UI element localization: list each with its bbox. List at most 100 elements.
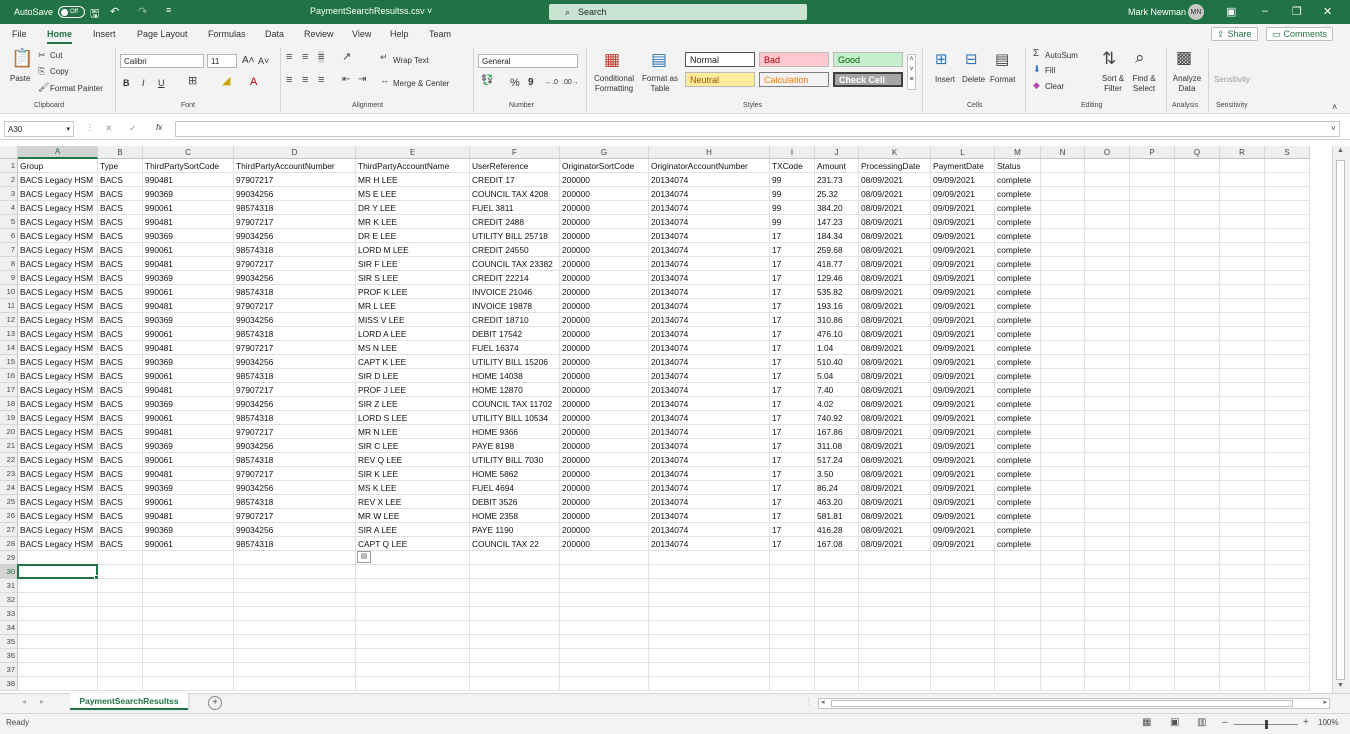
data-cell[interactable]: 20134074 [649,299,770,313]
analyze-data-button[interactable]: Analyze Data [1172,74,1202,94]
data-cell[interactable]: BACS Legacy HSM [18,215,98,229]
data-cell[interactable]: complete [995,397,1041,411]
data-cell[interactable]: complete [995,467,1041,481]
empty-cell[interactable] [1220,215,1265,229]
empty-cell[interactable] [770,635,815,649]
empty-cell[interactable] [143,565,234,579]
page-break-view-icon[interactable]: ▥ [1197,717,1206,728]
row-header[interactable]: 2 [0,173,18,187]
data-cell[interactable]: 17 [770,467,815,481]
sheet-tab-active[interactable]: PaymentSearchResultss [70,693,188,710]
column-header-o[interactable]: O [1085,146,1130,159]
empty-cell[interactable] [98,621,143,635]
empty-cell[interactable] [1220,271,1265,285]
data-cell[interactable]: 09/09/2021 [931,341,995,355]
header-cell[interactable]: UserReference [470,159,560,173]
data-cell[interactable]: LORD S LEE [356,411,470,425]
data-cell[interactable]: 20134074 [649,243,770,257]
row-header[interactable]: 8 [0,257,18,271]
data-cell[interactable]: 200000 [560,327,649,341]
data-cell[interactable]: 09/09/2021 [931,215,995,229]
empty-cell[interactable] [1085,509,1130,523]
data-cell[interactable]: 97907217 [234,425,356,439]
data-cell[interactable]: 20134074 [649,215,770,229]
data-cell[interactable]: 17 [770,453,815,467]
data-cell[interactable]: INVOICE 19878 [470,299,560,313]
empty-cell[interactable] [649,635,770,649]
row-header[interactable]: 33 [0,607,18,621]
empty-cell[interactable] [18,593,98,607]
empty-cell[interactable] [18,551,98,565]
data-cell[interactable]: 200000 [560,495,649,509]
data-cell[interactable]: 200000 [560,285,649,299]
row-header[interactable]: 22 [0,453,18,467]
empty-cell[interactable] [1130,187,1175,201]
empty-cell[interactable] [1220,299,1265,313]
data-cell[interactable]: 99 [770,187,815,201]
data-cell[interactable]: 09/09/2021 [931,201,995,215]
data-cell[interactable]: 08/09/2021 [859,285,931,299]
font-color-icon[interactable]: A [250,76,257,88]
empty-cell[interactable] [1041,285,1085,299]
empty-cell[interactable] [1130,327,1175,341]
data-cell[interactable]: 259.68 [815,243,859,257]
header-cell[interactable]: OriginatorAccountNumber [649,159,770,173]
empty-cell[interactable] [1085,341,1130,355]
data-cell[interactable]: 08/09/2021 [859,411,931,425]
avatar[interactable]: MN [1188,4,1204,20]
empty-cell[interactable] [1041,551,1085,565]
column-header-q[interactable]: Q [1175,146,1220,159]
empty-cell[interactable] [560,607,649,621]
empty-cell[interactable] [1175,369,1220,383]
comma-button[interactable]: 9 [528,77,534,88]
empty-cell[interactable] [1175,201,1220,215]
empty-cell[interactable] [1265,355,1310,369]
empty-cell[interactable] [1265,313,1310,327]
empty-cell[interactable] [815,663,859,677]
empty-cell[interactable] [1041,663,1085,677]
data-cell[interactable]: 20134074 [649,509,770,523]
data-cell[interactable]: 08/09/2021 [859,467,931,481]
data-cell[interactable]: complete [995,537,1041,551]
empty-cell[interactable] [1265,453,1310,467]
data-cell[interactable]: 08/09/2021 [859,355,931,369]
autosave-toggle[interactable]: Off [58,6,86,18]
empty-cell[interactable] [1220,327,1265,341]
empty-cell[interactable] [1175,439,1220,453]
header-cell[interactable]: ThirdPartySortCode [143,159,234,173]
data-cell[interactable]: 99 [770,215,815,229]
data-cell[interactable]: complete [995,299,1041,313]
data-cell[interactable]: BACS [98,453,143,467]
empty-cell[interactable] [1041,481,1085,495]
data-cell[interactable]: BACS [98,271,143,285]
data-cell[interactable]: 99034256 [234,523,356,537]
data-cell[interactable]: 200000 [560,187,649,201]
empty-cell[interactable] [1175,187,1220,201]
empty-cell[interactable] [18,635,98,649]
search-box[interactable]: ⌕ Search [549,4,807,20]
empty-cell[interactable] [1220,355,1265,369]
empty-cell[interactable] [18,579,98,593]
data-cell[interactable]: BACS Legacy HSM [18,313,98,327]
data-cell[interactable]: 08/09/2021 [859,173,931,187]
data-cell[interactable]: 200000 [560,453,649,467]
column-header-f[interactable]: F [470,146,560,159]
empty-cell[interactable] [1041,523,1085,537]
style-good[interactable]: Good [833,52,903,67]
data-cell[interactable]: complete [995,453,1041,467]
data-cell[interactable]: 200000 [560,467,649,481]
data-cell[interactable]: 09/09/2021 [931,411,995,425]
empty-cell[interactable] [1265,341,1310,355]
empty-cell[interactable] [1130,257,1175,271]
empty-cell[interactable] [1175,383,1220,397]
scroll-down-icon[interactable]: ▼ [1337,682,1344,689]
empty-cell[interactable] [1220,425,1265,439]
data-cell[interactable]: 200000 [560,173,649,187]
empty-cell[interactable] [1265,649,1310,663]
empty-cell[interactable] [1220,243,1265,257]
row-header[interactable]: 24 [0,481,18,495]
data-cell[interactable]: 184.34 [815,229,859,243]
empty-cell[interactable] [1085,579,1130,593]
data-cell[interactable]: BACS Legacy HSM [18,523,98,537]
data-cell[interactable]: complete [995,285,1041,299]
